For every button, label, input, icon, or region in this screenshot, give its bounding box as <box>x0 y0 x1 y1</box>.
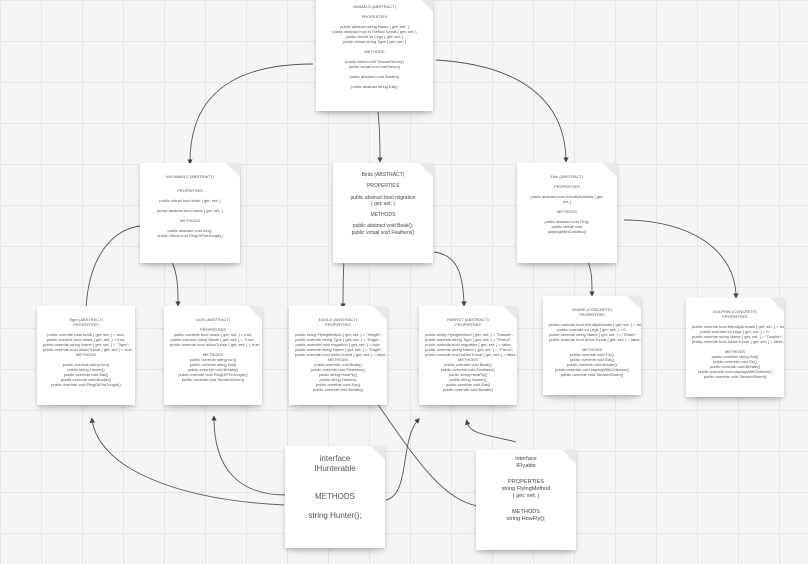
interface-name: IFlyable <box>516 462 536 469</box>
methods-heading: METHODS <box>512 508 540 515</box>
method-line: public override void Breath() <box>312 387 364 392</box>
method-line: string Hunter(); <box>308 511 362 520</box>
interface-name: IHunterable <box>314 464 356 473</box>
arrow-birds-parrot <box>433 251 467 307</box>
arrow-fish-shark <box>587 261 595 297</box>
property-line: public abstract bool claws { get; set; } <box>157 208 223 213</box>
arrow-ihunterable-tiger <box>89 417 285 506</box>
lion-class-card[interactable]: LION (ABSTRACT) PROPERTIES public overri… <box>164 306 262 405</box>
method-line: public override void ShowerStorm() <box>560 372 624 377</box>
eagle-class-card[interactable]: EAGLE (ABSTRACT) PROPERTIES public strin… <box>289 306 387 405</box>
arrow-animals-mammals <box>187 63 314 165</box>
fish-abstract-card[interactable]: Fish (ABSTRACT) PROPERTIES public abstra… <box>517 163 617 263</box>
birds-abstract-card[interactable]: Birds (ABSTRACT) PROPERTIES public abstr… <box>333 163 433 263</box>
dolphin-class-card[interactable]: DOLPHIN (CONCRETE) PROPERTIES public ove… <box>686 298 784 397</box>
arrow-iflyable-eagle <box>370 393 479 507</box>
property-line: public abstract bool migration <box>350 194 416 201</box>
interface-keyword: interface <box>319 454 351 463</box>
mammals-abstract-card[interactable]: MYLMMALS (ABSTRACT) PROPERTIES public vi… <box>140 163 240 263</box>
arrow-mammals-lion <box>171 261 181 307</box>
parrot-class-card[interactable]: PARROT (ABSTRACT) PROPERTIES public stri… <box>419 306 517 405</box>
properties-heading: PROPERTIES <box>508 478 544 485</box>
method-line: public override void ShowerStorm() <box>703 374 767 379</box>
method-line: public virtual void Feathers() <box>351 229 415 236</box>
arrow-ihunterable-eagle <box>385 417 420 501</box>
method-line: public virtual void RingOfFireJungle() <box>157 233 223 238</box>
ihunterable-interface-card[interactable]: interface IHunterable METHODS string Hun… <box>285 446 385 548</box>
method-line: public override void ShowerStorm() <box>181 377 245 382</box>
iflyable-interface-card[interactable]: interface IFlyable PROPERTIES string Fly… <box>476 450 576 550</box>
arrow-animals-birds <box>377 111 383 163</box>
property-line: public override bool IsNocTurnal { get; … <box>692 339 784 344</box>
arrow-fish-dolphin <box>623 219 739 299</box>
arrow-birds-eagle <box>340 261 346 309</box>
methods-heading: METHODS <box>315 492 355 501</box>
property-line: public virtual bool tooth { get; set; } <box>159 198 221 203</box>
arrow-mammals-tiger <box>83 225 141 313</box>
arrow-animals-fish <box>435 59 569 163</box>
interface-keyword: interface <box>515 456 537 462</box>
method-line: playingWithChildren() <box>547 229 587 234</box>
shark-class-card[interactable]: SHARK (CONCRETE) PROPERTIES public overr… <box>543 296 641 395</box>
method-line: public override void RingOfFireJungle() <box>51 382 121 387</box>
tiger-class-card[interactable]: Tiger (ABSTRACT) PROPERTIES public overr… <box>37 306 135 405</box>
property-line: public override bool IsNocTurnal { get; … <box>170 342 261 347</box>
method-line: string HowFly(); <box>506 515 546 522</box>
method-line: public abstract string Eat() <box>351 84 398 89</box>
method-line: public override void Breath() <box>442 387 494 392</box>
arrow-ihunterable-lion <box>211 415 287 496</box>
property-line: public override bool IsNocTurnal { get; … <box>549 337 641 342</box>
arrow-iflyable-parrot <box>464 419 517 443</box>
property-line: { get; set; } <box>512 492 540 499</box>
property-line: string FlyingMethod <box>501 485 551 492</box>
animals-abstract-card[interactable]: ANIMALS (ABSTRACT) PROPERTIES public abs… <box>316 0 433 111</box>
